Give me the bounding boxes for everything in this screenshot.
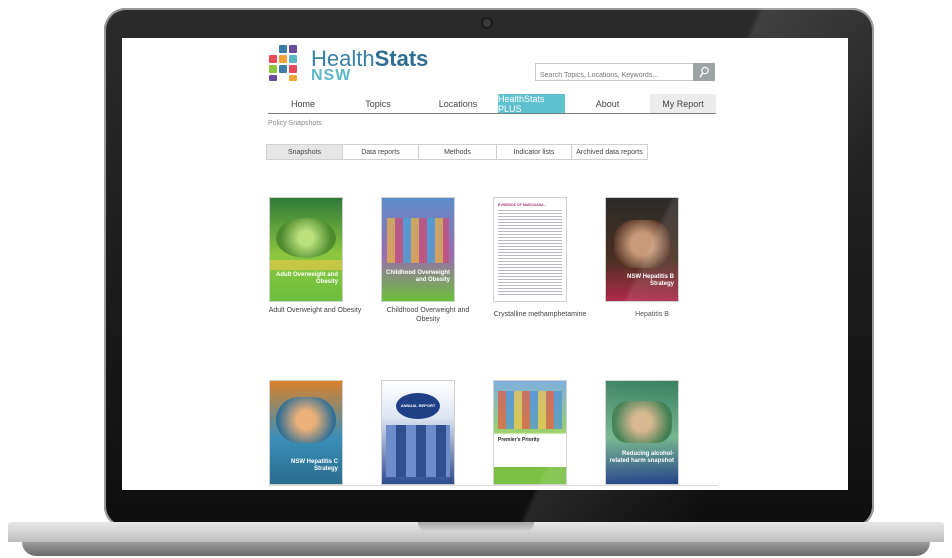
nav-my-report[interactable]: My Report xyxy=(650,94,716,113)
nav-about[interactable]: About xyxy=(565,94,650,113)
report-cover-adult-obesity[interactable]: Adult Overweight and Obesity xyxy=(270,198,342,301)
logo-subtext: NSW xyxy=(311,67,352,84)
nav-locations[interactable]: Locations xyxy=(418,94,498,113)
search-box xyxy=(535,63,715,84)
laptop-base-bottom xyxy=(22,542,930,556)
content-divider xyxy=(268,485,718,486)
report-cover-crystalline-meth[interactable]: EVIDENCE OF MARIJUANA... xyxy=(494,198,566,301)
main-nav: Home Topics Locations HealthStats PLUS A… xyxy=(268,94,716,114)
report-cover-childhood-obesity[interactable]: Childhood Overweight and Obesity xyxy=(382,198,454,301)
tab-data-reports[interactable]: Data reports xyxy=(342,144,419,160)
report-cover-hepatitis-b[interactable]: NSW Hepatitis B Strategy xyxy=(606,198,678,301)
browser-screen: HealthStats NSW Home Topics Locations He… xyxy=(122,38,848,490)
camera-icon xyxy=(483,19,491,27)
tab-archived-data-reports[interactable]: Archived data reports xyxy=(571,144,648,160)
search-input[interactable] xyxy=(536,67,690,84)
report-label-childhood-obesity[interactable]: Childhood Overweight and Obesity xyxy=(378,306,478,324)
report-tabs: Snapshots Data reports Methods Indicator… xyxy=(266,144,648,160)
laptop-base xyxy=(0,522,952,558)
report-label-adult-obesity[interactable]: Adult Overweight and Obesity xyxy=(265,306,365,315)
report-cover-alcohol-harm[interactable]: Reducing alcohol-related harm snapshot xyxy=(606,381,678,484)
report-cover-hepatitis-c[interactable]: NSW Hepatitis C Strategy xyxy=(270,381,342,484)
report-cover-annual-report[interactable]: ANNUAL REPORT xyxy=(382,381,454,484)
breadcrumb[interactable]: Policy Snapshots xyxy=(268,120,322,127)
laptop-notch xyxy=(418,522,534,531)
nav-home[interactable]: Home xyxy=(268,94,338,113)
report-label-crystalline-meth[interactable]: Crystalline methamphetamine xyxy=(490,310,590,319)
logo-mark-icon xyxy=(269,45,305,81)
search-icon xyxy=(699,66,709,78)
tab-snapshots[interactable]: Snapshots xyxy=(266,144,343,160)
report-cover-premiers-priority[interactable]: Premier's Priority xyxy=(494,381,566,484)
tab-indicator-lists[interactable]: Indicator lists xyxy=(496,144,572,160)
nav-healthstats-plus[interactable]: HealthStats PLUS xyxy=(498,94,565,114)
nav-topics[interactable]: Topics xyxy=(338,94,418,113)
search-button[interactable] xyxy=(693,63,715,81)
tab-methods[interactable]: Methods xyxy=(418,144,497,160)
report-label-hepatitis-b[interactable]: Hepatitis B xyxy=(602,310,702,319)
